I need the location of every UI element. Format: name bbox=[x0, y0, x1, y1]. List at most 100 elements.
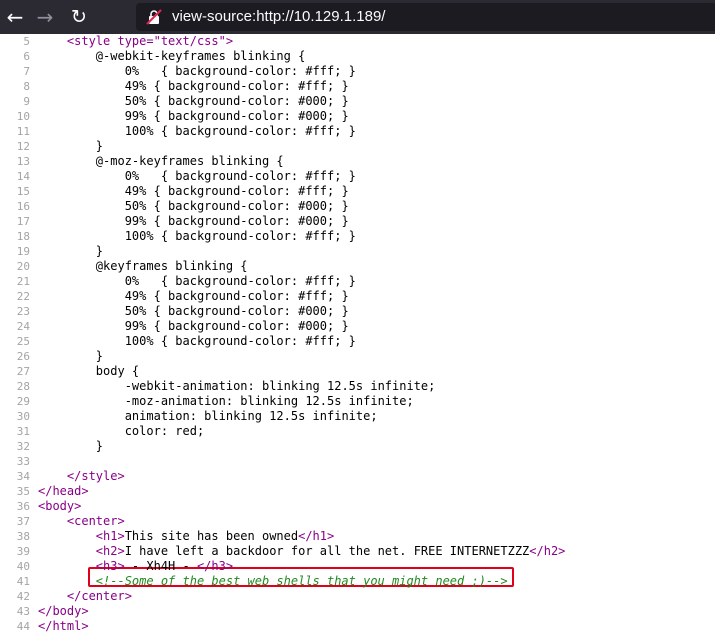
line-number: 12 bbox=[16, 140, 30, 153]
source-line: 40 <h3> - Xh4H - </h3> bbox=[0, 559, 715, 574]
source-line: 33 bbox=[0, 454, 715, 469]
line-number: 10 bbox=[16, 110, 30, 123]
browser-toolbar: ← → ↻ view-source:http://10.129.1.189/ bbox=[0, 0, 715, 34]
line-number: 24 bbox=[16, 320, 30, 333]
line-code: color: red; bbox=[124, 424, 205, 438]
line-code: -moz-animation: blinking 12.5s infinite; bbox=[124, 394, 414, 408]
line-code: 50% { background-color: #000; } bbox=[124, 199, 349, 213]
url-text[interactable]: view-source:http://10.129.1.189/ bbox=[172, 8, 385, 25]
source-line: 26 } bbox=[0, 349, 715, 364]
line-code: 99% { background-color: #000; } bbox=[124, 214, 349, 228]
line-number: 9 bbox=[23, 95, 30, 108]
source-line: 27 body { bbox=[0, 364, 715, 379]
source-line: 16 50% { background-color: #000; } bbox=[0, 199, 715, 214]
line-number: 30 bbox=[16, 410, 30, 423]
source-line: 35 </head> bbox=[0, 484, 715, 499]
source-line: 18 100% { background-color: #fff; } bbox=[0, 229, 715, 244]
reload-icon[interactable]: ↻ bbox=[66, 4, 92, 30]
line-number: 38 bbox=[16, 530, 30, 543]
line-code: } bbox=[95, 439, 104, 453]
line-number: 14 bbox=[16, 170, 30, 183]
line-code: <style type="text/css"> bbox=[66, 34, 234, 48]
line-code: 100% { background-color: #fff; } bbox=[124, 124, 356, 138]
source-line: 42 </center> bbox=[0, 589, 715, 604]
line-number: 18 bbox=[16, 230, 30, 243]
line-number: 34 bbox=[16, 470, 30, 483]
source-line: 7 0% { background-color: #fff; } bbox=[0, 64, 715, 79]
source-line: 14 0% { background-color: #fff; } bbox=[0, 169, 715, 184]
line-number: 39 bbox=[16, 545, 30, 558]
line-number: 15 bbox=[16, 185, 30, 198]
page-source-view: 5 <style type="text/css"> 6 @-webkit-keyf… bbox=[0, 34, 715, 632]
line-code: <center> bbox=[66, 514, 125, 528]
line-code: body { bbox=[95, 364, 140, 378]
url-bar[interactable]: view-source:http://10.129.1.189/ bbox=[136, 3, 715, 31]
insecure-lock-icon[interactable] bbox=[146, 9, 162, 25]
source-line: 13 @-moz-keyframes blinking { bbox=[0, 154, 715, 169]
source-line: 21 0% { background-color: #fff; } bbox=[0, 274, 715, 289]
line-code: 0% { background-color: #fff; } bbox=[124, 64, 356, 78]
line-number: 6 bbox=[23, 50, 30, 63]
line-code: 0% { background-color: #fff; } bbox=[124, 169, 356, 183]
line-number: 37 bbox=[16, 515, 30, 528]
line-number: 33 bbox=[16, 455, 30, 468]
line-code: } bbox=[95, 244, 104, 258]
source-line: 31 color: red; bbox=[0, 424, 715, 439]
line-code: </style> bbox=[66, 469, 125, 483]
line-number: 8 bbox=[23, 80, 30, 93]
line-number: 26 bbox=[16, 350, 30, 363]
source-line: 43 </body> bbox=[0, 604, 715, 619]
source-line: 8 49% { background-color: #fff; } bbox=[0, 79, 715, 94]
source-line: 15 49% { background-color: #fff; } bbox=[0, 184, 715, 199]
source-line: 20 @keyframes blinking { bbox=[0, 259, 715, 274]
line-code: animation: blinking 12.5s infinite; bbox=[124, 409, 378, 423]
line-code: 100% { background-color: #fff; } bbox=[124, 229, 356, 243]
source-line: 11 100% { background-color: #fff; } bbox=[0, 124, 715, 139]
line-number: 36 bbox=[16, 500, 30, 513]
line-code: 50% { background-color: #000; } bbox=[124, 304, 349, 318]
line-code: <!--Some of the best web shells that you… bbox=[95, 574, 508, 588]
line-number: 17 bbox=[16, 215, 30, 228]
line-code: } bbox=[95, 349, 104, 363]
line-number: 28 bbox=[16, 380, 30, 393]
line-code: <h2>I have left a backdoor for all the n… bbox=[95, 544, 566, 558]
line-number: 42 bbox=[16, 590, 30, 603]
line-number: 25 bbox=[16, 335, 30, 348]
line-number: 11 bbox=[16, 125, 30, 138]
line-number: 19 bbox=[16, 245, 30, 258]
source-line: 37 <center> bbox=[0, 514, 715, 529]
line-code: 99% { background-color: #000; } bbox=[124, 109, 349, 123]
arrow-right-icon[interactable]: → bbox=[32, 4, 58, 30]
source-line: 6 @-webkit-keyframes blinking { bbox=[0, 49, 715, 64]
source-line: 17 99% { background-color: #000; } bbox=[0, 214, 715, 229]
source-line: 36 <body> bbox=[0, 499, 715, 514]
arrow-left-icon[interactable]: ← bbox=[2, 4, 28, 30]
line-number: 35 bbox=[16, 485, 30, 498]
source-line: 24 99% { background-color: #000; } bbox=[0, 319, 715, 334]
source-line: 19 } bbox=[0, 244, 715, 259]
source-line: 28 -webkit-animation: blinking 12.5s inf… bbox=[0, 379, 715, 394]
line-number: 32 bbox=[16, 440, 30, 453]
source-line: 25 100% { background-color: #fff; } bbox=[0, 334, 715, 349]
line-number: 7 bbox=[23, 65, 30, 78]
line-code: -webkit-animation: blinking 12.5s infini… bbox=[124, 379, 436, 393]
source-line: 30 animation: blinking 12.5s infinite; bbox=[0, 409, 715, 424]
line-number: 22 bbox=[16, 290, 30, 303]
line-number: 40 bbox=[16, 560, 30, 573]
line-number: 13 bbox=[16, 155, 30, 168]
line-code: @keyframes blinking { bbox=[95, 259, 248, 273]
source-line: 41 <!--Some of the best web shells that … bbox=[0, 574, 715, 589]
line-code: <body> bbox=[38, 499, 82, 513]
line-code: 50% { background-color: #000; } bbox=[124, 94, 349, 108]
source-line: 23 50% { background-color: #000; } bbox=[0, 304, 715, 319]
line-code: 49% { background-color: #fff; } bbox=[124, 289, 349, 303]
line-number: 16 bbox=[16, 200, 30, 213]
line-code: <h1>This site has been owned</h1> bbox=[95, 529, 335, 543]
line-code: 49% { background-color: #fff; } bbox=[124, 184, 349, 198]
source-line: 10 99% { background-color: #000; } bbox=[0, 109, 715, 124]
source-line: 38 <h1>This site has been owned</h1> bbox=[0, 529, 715, 544]
source-line: 34 </style> bbox=[0, 469, 715, 484]
source-line: 5 <style type="text/css"> bbox=[0, 34, 715, 49]
line-code: <h3> - Xh4H - </h3> bbox=[95, 559, 234, 573]
line-number: 41 bbox=[16, 575, 30, 588]
